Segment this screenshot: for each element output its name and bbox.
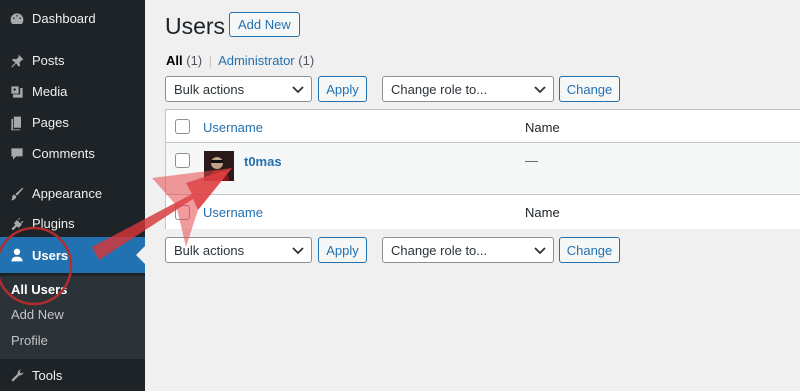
- menu-item-plugins[interactable]: Plugins: [0, 208, 145, 239]
- column-username[interactable]: Username: [203, 120, 263, 135]
- user-role-filters: All (1) | Administrator (1): [166, 53, 314, 68]
- username-link[interactable]: t0mas: [244, 154, 282, 169]
- change-role-select[interactable]: Change role to...: [382, 237, 554, 263]
- change-role-button[interactable]: Change: [559, 237, 620, 263]
- submenu-add-new[interactable]: Add New: [11, 307, 64, 322]
- apply-button[interactable]: Apply: [318, 76, 367, 102]
- chevron-down-icon: [291, 243, 305, 257]
- change-role-value: Change role to...: [391, 242, 488, 258]
- filter-admin-count: (1): [298, 53, 315, 68]
- menu-label: Media: [32, 84, 68, 99]
- menu-label: Posts: [32, 53, 65, 68]
- apply-button[interactable]: Apply: [318, 237, 367, 263]
- chevron-down-icon: [533, 82, 547, 96]
- admin-sidebar: Dashboard Posts Media Pages Comments App…: [0, 0, 145, 391]
- menu-label: Dashboard: [32, 11, 96, 26]
- page-title: Users: [165, 13, 226, 39]
- filter-separator: |: [208, 53, 213, 68]
- table-header: Username Name: [166, 110, 800, 143]
- bulk-actions-select[interactable]: Bulk actions: [165, 76, 312, 102]
- bulk-actions-select[interactable]: Bulk actions: [165, 237, 312, 263]
- pages-icon: [7, 113, 27, 133]
- chevron-down-icon: [533, 243, 547, 257]
- column-name: Name: [525, 120, 560, 135]
- menu-label: Users: [32, 247, 69, 263]
- plug-icon: [7, 214, 27, 234]
- dashboard-icon: [7, 9, 27, 29]
- table-row: t0mas —: [166, 143, 800, 194]
- users-table: Username Name t0mas — Username Name: [165, 109, 800, 229]
- brush-icon: [7, 184, 27, 204]
- filter-administrator[interactable]: Administrator: [218, 53, 295, 68]
- bulk-actions-value: Bulk actions: [174, 81, 245, 97]
- add-new-button[interactable]: Add New: [229, 12, 300, 37]
- filter-all-count: (1): [186, 53, 203, 68]
- menu-item-comments[interactable]: Comments: [0, 138, 145, 169]
- users-submenu: All Users Add New Profile: [0, 276, 145, 359]
- submenu-all-users[interactable]: All Users: [11, 282, 67, 297]
- column-name: Name: [525, 205, 560, 220]
- menu-item-tools[interactable]: Tools: [0, 360, 145, 391]
- menu-item-media[interactable]: Media: [0, 76, 145, 107]
- menu-item-users[interactable]: Users: [0, 237, 145, 273]
- name-cell: —: [525, 153, 538, 168]
- menu-label: Tools: [32, 368, 63, 383]
- menu-item-appearance[interactable]: Appearance: [0, 178, 145, 209]
- menu-item-dashboard[interactable]: Dashboard: [0, 3, 145, 34]
- bulk-actions-value: Bulk actions: [174, 242, 245, 258]
- menu-label: Pages: [32, 115, 69, 130]
- chevron-down-icon: [291, 82, 305, 96]
- active-indicator: [136, 246, 145, 264]
- comments-icon: [7, 144, 27, 164]
- filter-all[interactable]: All: [166, 53, 183, 68]
- select-all-checkbox[interactable]: [175, 119, 190, 134]
- menu-item-posts[interactable]: Posts: [0, 45, 145, 76]
- table-footer: Username Name: [166, 194, 800, 229]
- change-role-button[interactable]: Change: [559, 76, 620, 102]
- menu-label: Plugins: [32, 216, 75, 231]
- change-role-select[interactable]: Change role to...: [382, 76, 554, 102]
- pin-icon: [7, 51, 27, 71]
- submenu-profile[interactable]: Profile: [11, 333, 48, 348]
- avatar: [204, 151, 234, 181]
- select-all-checkbox[interactable]: [175, 205, 190, 220]
- column-username[interactable]: Username: [203, 205, 263, 220]
- media-icon: [7, 82, 27, 102]
- row-checkbox[interactable]: [175, 153, 190, 168]
- user-icon: [7, 245, 27, 265]
- menu-label: Appearance: [32, 186, 103, 201]
- menu-item-pages[interactable]: Pages: [0, 107, 145, 138]
- change-role-value: Change role to...: [391, 81, 488, 97]
- menu-label: Comments: [32, 146, 95, 161]
- main-content: Users Add New All (1) | Administrator (1…: [145, 0, 800, 391]
- wrench-icon: [7, 366, 27, 386]
